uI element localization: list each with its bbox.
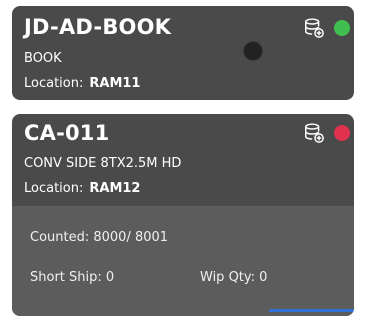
item-card-jd-ad-book[interactable]: JD-AD-BOOK BOOK Location: RAM11 [12,6,354,100]
counted-value: Counted: 8000/ 8001 [30,230,169,245]
status-indicator [334,125,350,141]
database-add-icon[interactable] [303,17,325,39]
location-value: RAM11 [89,76,141,91]
location-label: Location: [24,181,84,196]
item-description: BOOK [24,51,62,66]
wip-qty-value: Wip Qty: 0 [200,270,268,285]
item-location: Location: RAM12 [24,181,140,196]
item-card-ca-011[interactable]: CA-011 CONV SIDE 8TX2.5M HD Location: RAM… [12,114,354,316]
count-details-panel: Counted: 8000/ 8001 Short Ship: 0 Wip Qt… [12,206,354,316]
progress-bar [269,309,354,312]
item-code: CA-011 [24,121,110,145]
location-label: Location: [24,76,84,91]
cursor-indicator [243,41,263,61]
location-value: RAM12 [89,181,141,196]
status-indicator [334,20,350,36]
item-description: CONV SIDE 8TX2.5M HD [24,156,182,171]
item-code: JD-AD-BOOK [24,15,172,39]
item-location: Location: RAM11 [24,76,140,91]
database-add-icon[interactable] [303,122,325,144]
short-ship-value: Short Ship: 0 [30,270,115,285]
